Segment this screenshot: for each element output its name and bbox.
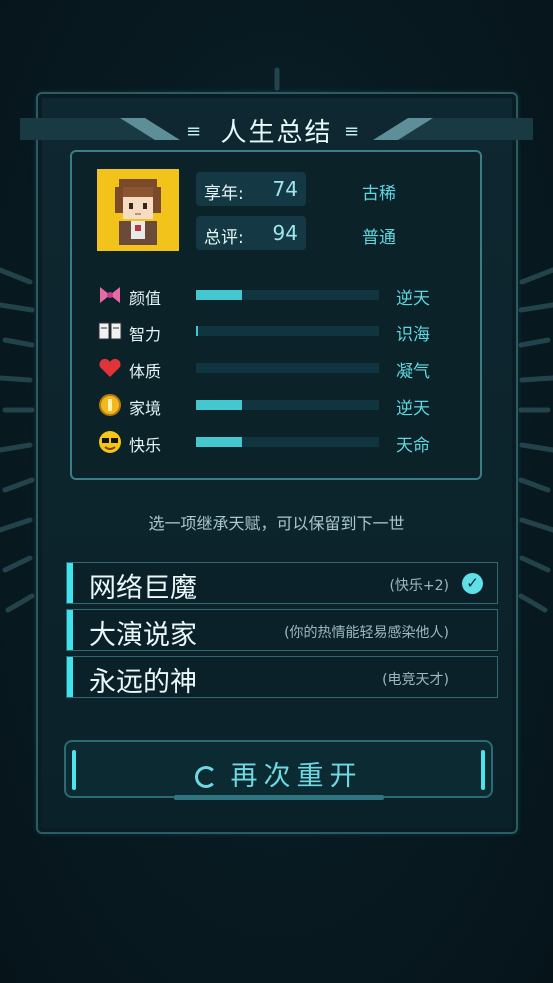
- heart-icon: [97, 355, 123, 381]
- score-rank: 普通: [362, 228, 396, 248]
- coin-icon: [97, 392, 123, 418]
- talent-accent-bar: [67, 657, 73, 697]
- attribute-bar: [196, 290, 379, 300]
- attribute-name: 体质: [129, 362, 162, 381]
- refresh-icon: [194, 766, 217, 788]
- talent-option[interactable]: 永远的神 (电竞天才): [66, 656, 498, 698]
- attribute-bar-fill: [196, 326, 198, 336]
- attribute-rank: 凝气: [396, 362, 430, 382]
- age-pill: 享年: 74: [196, 172, 306, 206]
- check-icon: ✓: [462, 573, 483, 594]
- attribute-name: 快乐: [129, 436, 162, 455]
- attribute-bar-fill: [196, 400, 242, 410]
- talent-name: 网络巨魔: [89, 573, 197, 604]
- age-label: 享年:: [204, 184, 244, 204]
- attribute-name: 智力: [129, 325, 162, 344]
- attribute-rank: 识海: [396, 325, 430, 345]
- attribute-bar: [196, 437, 379, 447]
- attribute-name: 颜值: [129, 289, 162, 308]
- restart-label-wrap: 再次重开: [66, 754, 491, 793]
- attribute-rank: 逆天: [396, 289, 430, 309]
- restart-button[interactable]: 再次重开: [64, 740, 493, 800]
- talent-accent-bar: [67, 610, 73, 650]
- talent-name: 永远的神: [89, 667, 197, 698]
- bow-icon: [97, 282, 123, 308]
- talent-option[interactable]: 网络巨魔 (快乐+2) ✓: [66, 562, 498, 604]
- score-value: 94: [272, 221, 298, 245]
- inherit-hint: 选一项继承天赋，可以保留到下一世: [148, 514, 405, 533]
- talent-accent-bar: [67, 563, 73, 603]
- talent-desc: (电竞天才): [382, 672, 449, 688]
- restart-label: 再次重开: [230, 761, 363, 792]
- attribute-bar-fill: [196, 290, 242, 300]
- talent-option[interactable]: 大演说家 (你的热情能轻易感染他人): [66, 609, 498, 651]
- talent-desc: (快乐+2): [389, 578, 449, 594]
- attribute-bar-fill: [196, 437, 242, 447]
- sunglasses-face-icon: [97, 429, 123, 455]
- avatar: [97, 169, 179, 251]
- age-value: 74: [272, 177, 298, 201]
- attribute-rank: 逆天: [396, 399, 430, 419]
- talent-desc: (你的热情能轻易感染他人): [284, 625, 449, 641]
- attribute-name: 家境: [129, 399, 162, 418]
- age-rank: 古稀: [362, 184, 396, 204]
- score-label: 总评:: [204, 228, 244, 248]
- talent-name: 大演说家: [89, 620, 197, 651]
- page-title: 人生总结: [220, 118, 333, 148]
- score-pill: 总评: 94: [196, 216, 306, 250]
- attribute-bar: [196, 326, 379, 336]
- button-underline: [174, 795, 384, 800]
- book-icon: [97, 318, 123, 344]
- attribute-rank: 天命: [396, 436, 430, 456]
- character-icon: [115, 179, 161, 245]
- attribute-bar: [196, 400, 379, 410]
- attribute-bar: [196, 363, 379, 373]
